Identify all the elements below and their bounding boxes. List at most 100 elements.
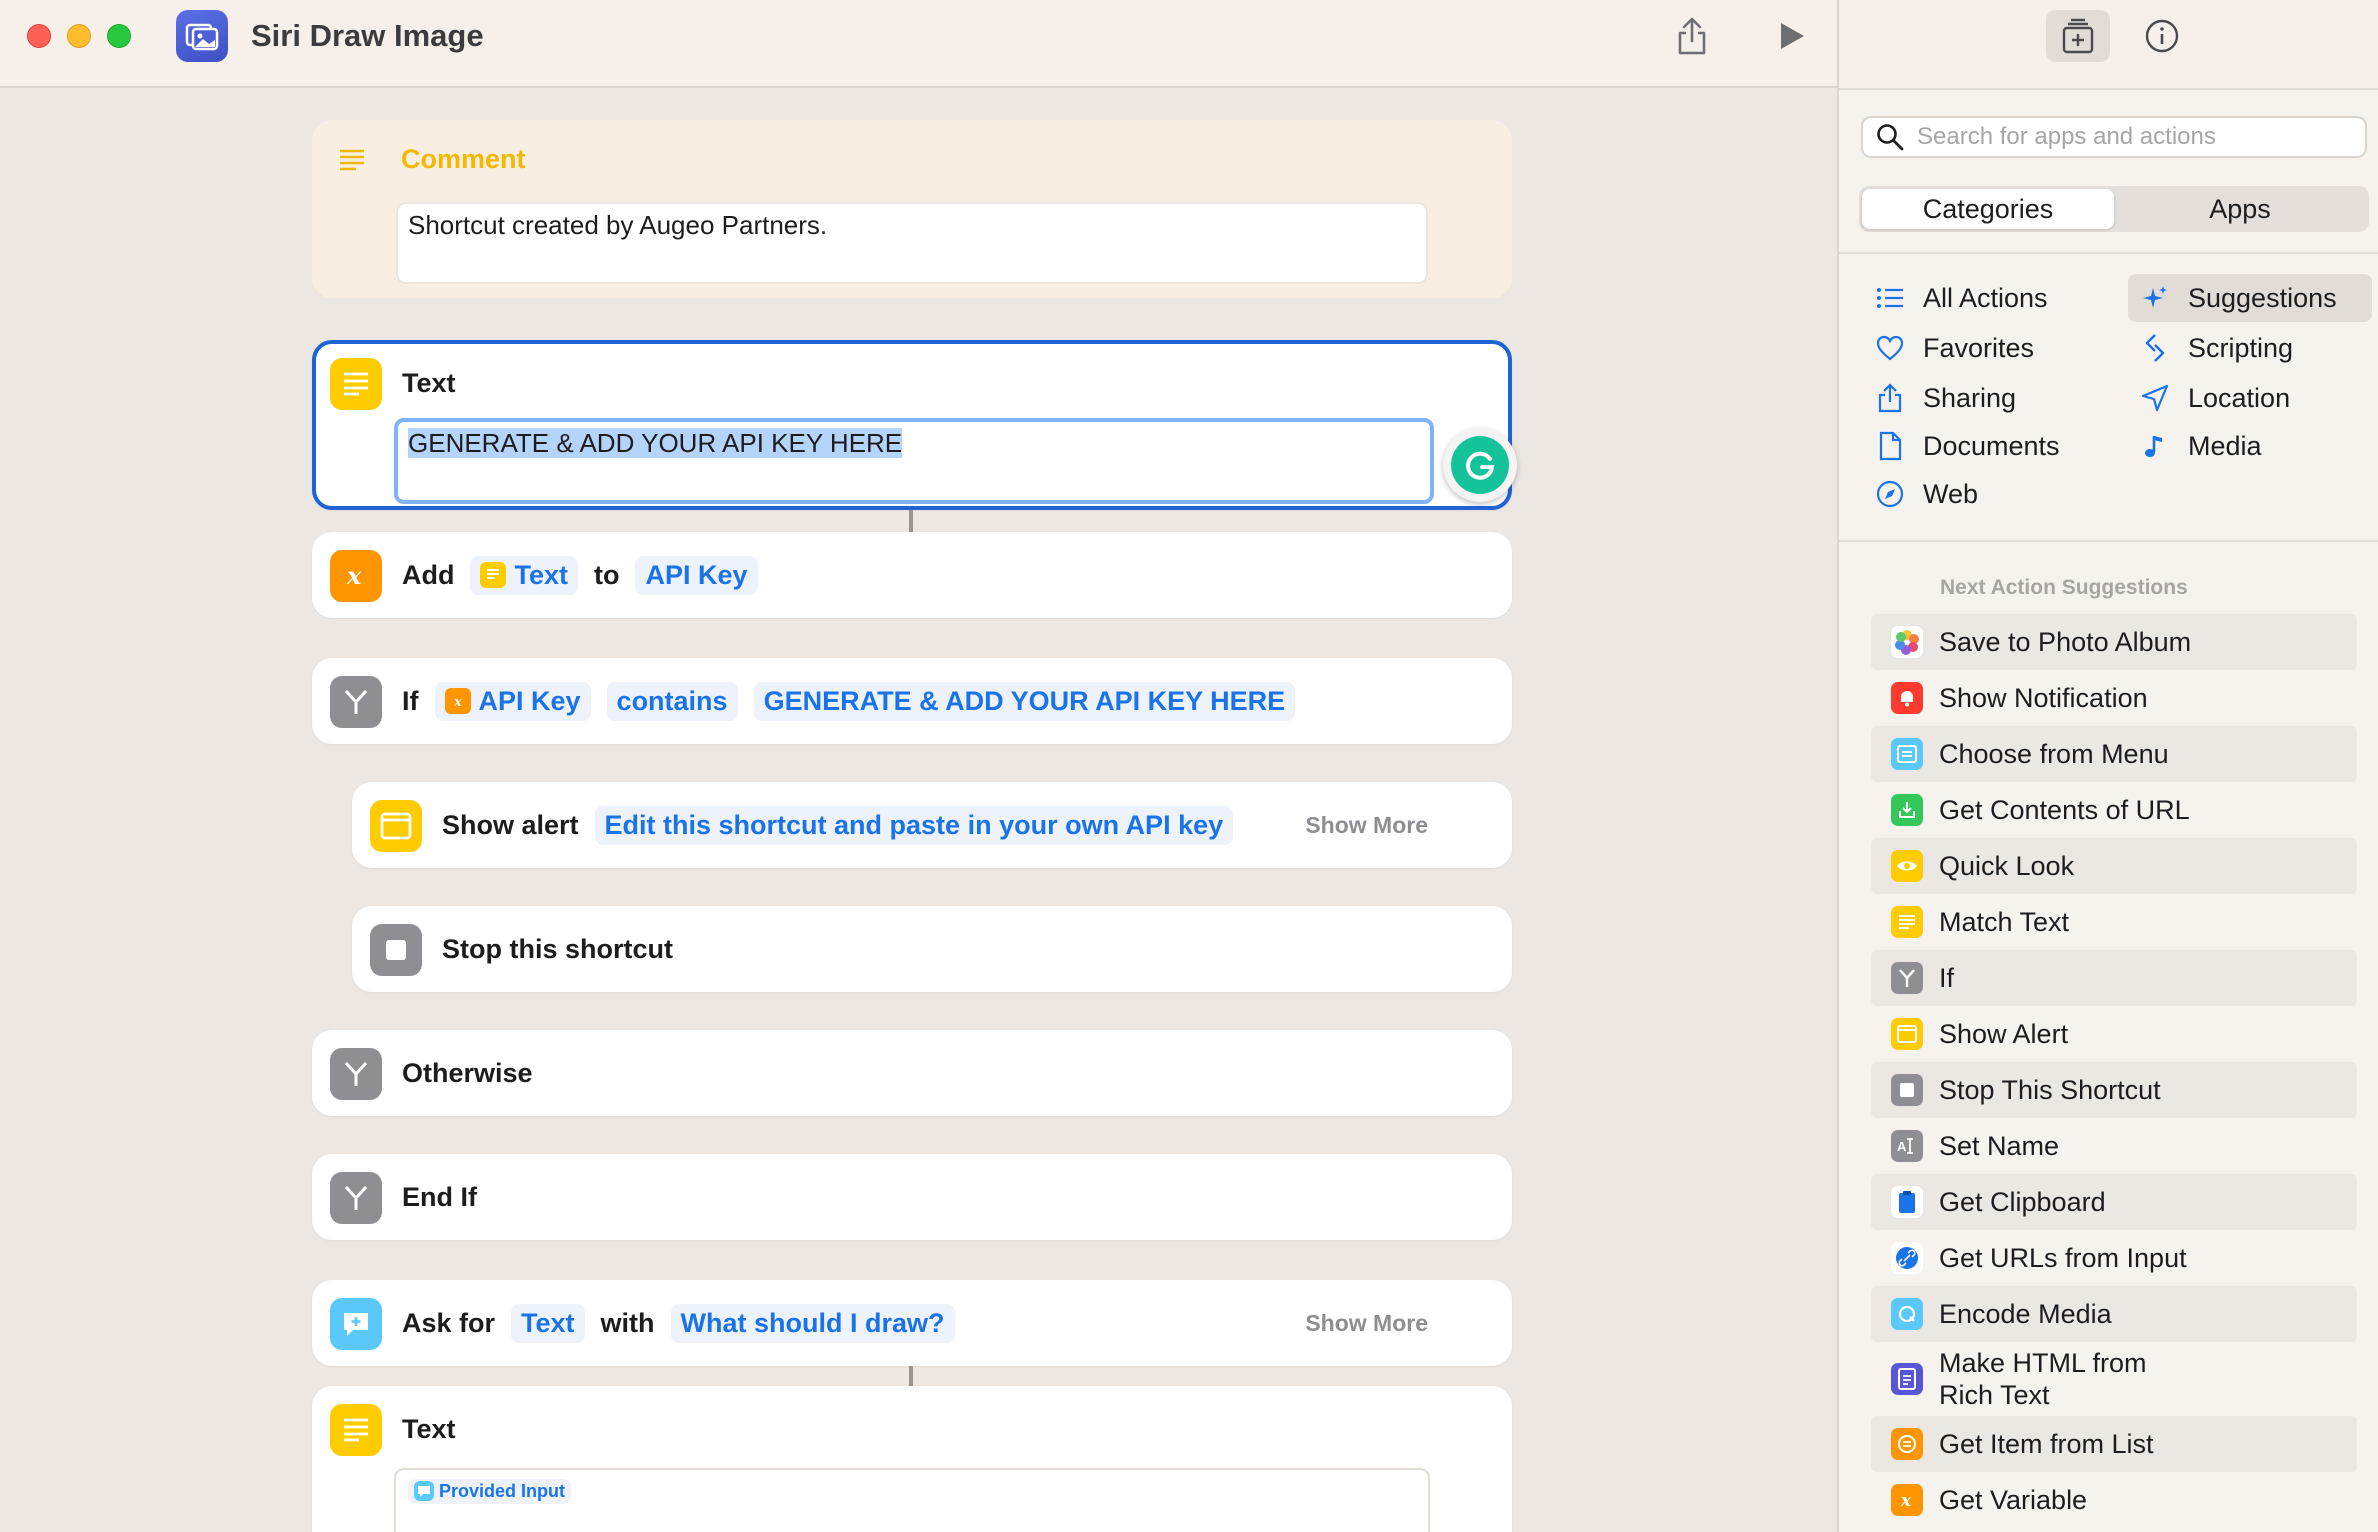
suggestion-get-clipboard[interactable]: Get Clipboard bbox=[1871, 1174, 2357, 1230]
search-field[interactable] bbox=[1861, 116, 2367, 158]
library-button[interactable] bbox=[2046, 10, 2110, 62]
suggestion-show-alert[interactable]: Show Alert bbox=[1871, 1006, 2357, 1062]
link-icon bbox=[1896, 1247, 1918, 1269]
text-token[interactable]: Text bbox=[470, 555, 578, 595]
run-button[interactable] bbox=[1770, 14, 1814, 58]
category-all-actions[interactable]: All Actions bbox=[1863, 274, 2048, 322]
stop-icon bbox=[370, 924, 422, 976]
suggestion-get-item-from-list[interactable]: Get Item from List bbox=[1871, 1416, 2357, 1472]
api-key-variable-token[interactable]: API Key bbox=[635, 555, 758, 595]
title-bar: Siri Draw Image bbox=[0, 0, 1837, 88]
category-suggestions[interactable]: Suggestions bbox=[2128, 274, 2372, 322]
compass-icon bbox=[1876, 480, 1904, 508]
info-icon bbox=[2145, 19, 2179, 53]
shortcut-app-icon bbox=[176, 10, 228, 62]
suggestion-set-name[interactable]: A Set Name bbox=[1871, 1118, 2357, 1174]
shortcut-editor: Comment Shortcut created by Augeo Partne… bbox=[0, 90, 1837, 1532]
branch-icon bbox=[330, 1172, 382, 1224]
suggestion-get-urls-from-input[interactable]: Get URLs from Input bbox=[1871, 1230, 2357, 1286]
show-alert-action[interactable]: Show alert Edit this shortcut and paste … bbox=[352, 782, 1512, 868]
suggestion-choose-from-menu[interactable]: Choose from Menu bbox=[1871, 726, 2357, 782]
category-favorites[interactable]: Favorites bbox=[1863, 324, 2034, 372]
text-action-api-key[interactable]: Text GENERATE & ADD YOUR API KEY HERE bbox=[312, 340, 1512, 510]
ask-for-input-action[interactable]: Ask for Text with What should I draw? Sh… bbox=[312, 1280, 1512, 1366]
text-icon bbox=[330, 358, 382, 410]
otherwise-label: Otherwise bbox=[402, 1057, 533, 1088]
branch-icon bbox=[330, 676, 382, 728]
comment-text-field[interactable]: Shortcut created by Augeo Partners. bbox=[396, 202, 1428, 284]
minimize-window-button[interactable] bbox=[67, 24, 91, 48]
suggestions-heading: Next Action Suggestions bbox=[1940, 576, 2188, 599]
if-verb: If bbox=[402, 685, 419, 716]
suggestion-match-text[interactable]: Match Text bbox=[1871, 894, 2357, 950]
category-web[interactable]: Web bbox=[1863, 470, 1978, 518]
variable-icon: x bbox=[330, 550, 382, 602]
if-action[interactable]: If x API Key contains GENERATE & ADD YOU… bbox=[312, 658, 1512, 744]
provided-input-token[interactable]: Provided Input bbox=[408, 1478, 571, 1504]
alert-window-icon bbox=[370, 800, 422, 852]
show-more-button[interactable]: Show More bbox=[1305, 782, 1428, 868]
ask-input-icon bbox=[330, 1298, 382, 1350]
svg-text:x: x bbox=[1900, 1491, 1912, 1510]
suggestion-make-html-from-rich-text[interactable]: Make HTML from Rich Text bbox=[1871, 1342, 2357, 1416]
suggestion-encode-media[interactable]: Encode Media bbox=[1871, 1286, 2357, 1342]
category-media[interactable]: Media bbox=[2128, 422, 2262, 470]
suggestions-list: Save to Photo Album Show Notification Ch… bbox=[1871, 614, 2357, 1528]
branch-icon bbox=[330, 1048, 382, 1100]
list-icon bbox=[1877, 288, 1903, 308]
ask-preposition: with bbox=[600, 1307, 655, 1338]
otherwise-action[interactable]: Otherwise bbox=[312, 1030, 1512, 1116]
grammarly-button[interactable] bbox=[1443, 428, 1517, 502]
photos-icon bbox=[1895, 630, 1919, 655]
category-documents[interactable]: Documents bbox=[1863, 422, 2060, 470]
add-to-variable-action[interactable]: x Add Text to API Key bbox=[312, 532, 1512, 618]
stop-shortcut-action[interactable]: Stop this shortcut bbox=[352, 906, 1512, 992]
prompt-token[interactable]: What should I draw? bbox=[670, 1303, 955, 1343]
condition-value-token[interactable]: GENERATE & ADD YOUR API KEY HERE bbox=[753, 681, 1296, 721]
window-title: Siri Draw Image bbox=[251, 18, 484, 53]
show-alert-verb: Show alert bbox=[442, 809, 579, 840]
segment-categories[interactable]: Categories bbox=[1862, 189, 2114, 229]
suggestion-save-to-photo-album[interactable]: Save to Photo Album bbox=[1871, 614, 2357, 670]
end-if-action[interactable]: End If bbox=[312, 1154, 1512, 1240]
suggestion-show-notification[interactable]: Show Notification bbox=[1871, 670, 2357, 726]
suggestion-stop-this-shortcut[interactable]: Stop This Shortcut bbox=[1871, 1062, 2357, 1118]
details-button[interactable] bbox=[2130, 10, 2194, 62]
suggestion-quick-look[interactable]: Quick Look bbox=[1871, 838, 2357, 894]
input-type-token[interactable]: Text bbox=[511, 1303, 585, 1343]
add-action-icon bbox=[2062, 18, 2094, 54]
show-more-button[interactable]: Show More bbox=[1305, 1280, 1428, 1366]
share-button[interactable] bbox=[1670, 14, 1714, 58]
bell-icon bbox=[1901, 691, 1913, 707]
svg-text:x: x bbox=[346, 561, 362, 590]
category-location[interactable]: Location bbox=[2128, 374, 2290, 422]
action-library-sidebar: Categories Apps All Actions Favorites Sh… bbox=[1837, 0, 2378, 1532]
segment-apps[interactable]: Apps bbox=[2114, 189, 2366, 229]
grammarly-icon bbox=[1451, 436, 1509, 494]
zoom-window-button[interactable] bbox=[107, 24, 131, 48]
suggestion-if[interactable]: If bbox=[1871, 950, 2357, 1006]
share-icon bbox=[1878, 383, 1902, 413]
condition-operator-token[interactable]: contains bbox=[606, 681, 738, 721]
prompt-text-field[interactable]: Provided Input bbox=[394, 1468, 1430, 1532]
text-action-prompt[interactable]: Text Provided Input bbox=[312, 1386, 1512, 1532]
suggestion-get-variable[interactable]: x Get Variable bbox=[1871, 1472, 2357, 1528]
provided-input-icon bbox=[414, 1481, 434, 1501]
suggestion-get-contents-of-url[interactable]: Get Contents of URL bbox=[1871, 782, 2357, 838]
branch-icon bbox=[1899, 969, 1915, 987]
api-key-text-field[interactable]: GENERATE & ADD YOUR API KEY HERE bbox=[394, 418, 1434, 504]
api-key-condition-token[interactable]: x API Key bbox=[434, 681, 591, 721]
stop-label: Stop this shortcut bbox=[442, 933, 673, 964]
comment-action[interactable]: Comment Shortcut created by Augeo Partne… bbox=[312, 120, 1512, 298]
alert-window-icon bbox=[1897, 1025, 1917, 1043]
alert-message-token[interactable]: Edit this shortcut and paste in your own… bbox=[594, 805, 1234, 845]
category-sharing[interactable]: Sharing bbox=[1863, 374, 2016, 422]
list-item-icon bbox=[1898, 1435, 1916, 1453]
add-verb: Add bbox=[402, 559, 455, 590]
search-input[interactable] bbox=[1917, 123, 2357, 151]
close-window-button[interactable] bbox=[27, 24, 51, 48]
category-scripting[interactable]: Scripting bbox=[2128, 324, 2293, 372]
scripting-icon bbox=[2145, 334, 2165, 362]
share-icon bbox=[1678, 17, 1706, 55]
text-lines-icon bbox=[1899, 915, 1915, 929]
